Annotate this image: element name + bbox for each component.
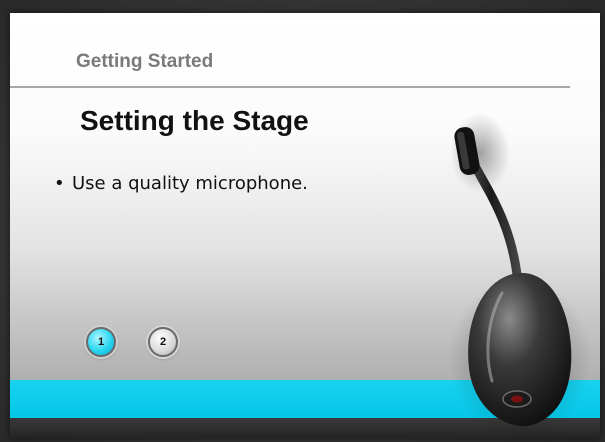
section-title: Getting Started — [76, 51, 214, 72]
bullet-text: Use a quality microphone. — [72, 173, 308, 194]
nav-button-2[interactable]: 2 — [148, 327, 178, 357]
bullet-dot-icon: • — [54, 173, 65, 194]
slide-title: Setting the Stage — [80, 105, 309, 136]
nav-button-label: 1 — [97, 336, 105, 348]
title-divider — [10, 86, 570, 88]
headset-microphone-image — [448, 113, 592, 438]
nav-button-label: 2 — [159, 336, 167, 348]
bullet-list: • Use a quality microphone. — [54, 173, 308, 194]
nav-button-1[interactable]: 1 — [86, 327, 116, 357]
presentation-viewer: Getting Started Setting the Stage • Use a… — [0, 0, 605, 442]
slide: Getting Started Setting the Stage • Use a… — [10, 13, 600, 438]
bullet-item: • Use a quality microphone. — [54, 173, 308, 194]
